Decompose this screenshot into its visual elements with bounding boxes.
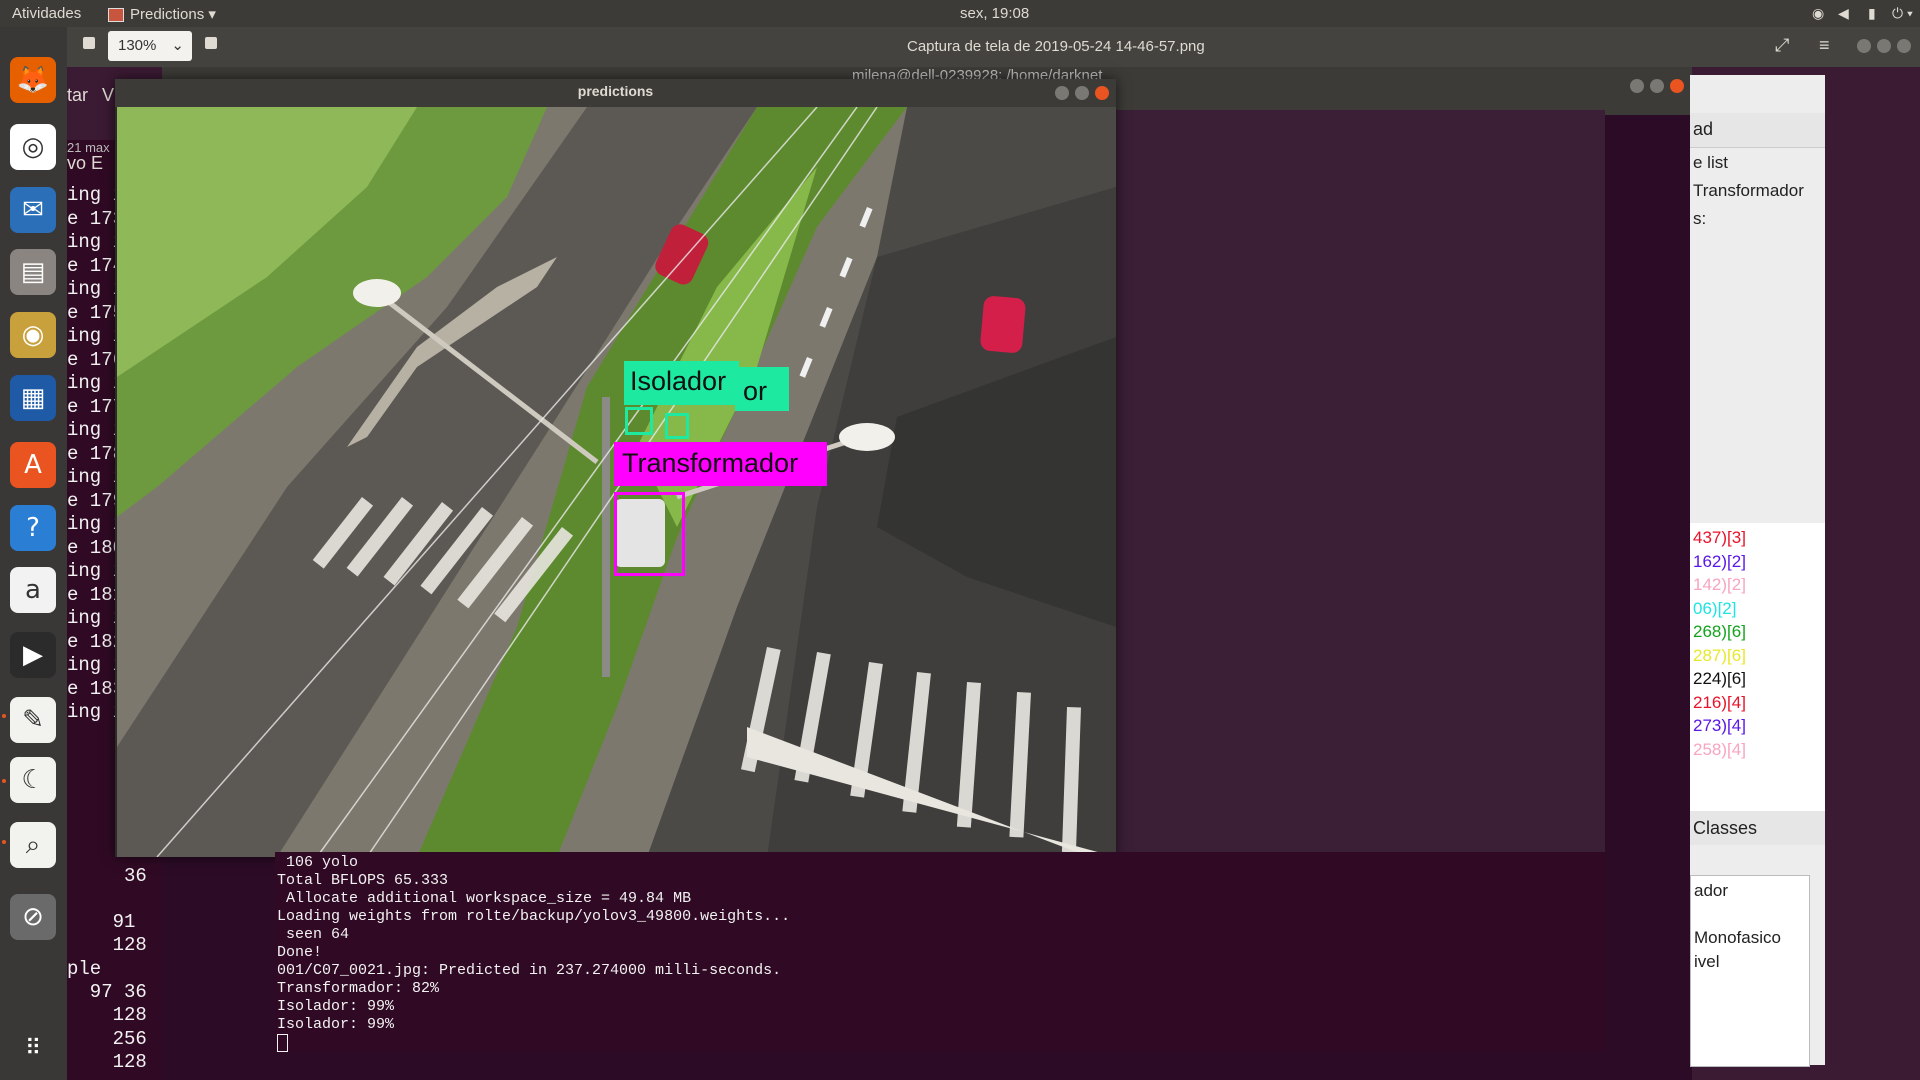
class-item[interactable]: ador	[1694, 881, 1728, 901]
right-panel: ad e list Transformador s: 437)[3] 162)[2…	[1690, 75, 1825, 1067]
terminal-icon[interactable]: ▶	[10, 632, 56, 678]
predictions-titlebar: predictions	[115, 79, 1116, 107]
annotation-item[interactable]: 142)[2]	[1693, 575, 1746, 595]
annotation-item[interactable]: 06)[2]	[1693, 599, 1736, 619]
terminal-line: 128	[67, 934, 147, 957]
close-icon[interactable]	[1670, 79, 1684, 93]
volume-icon[interactable]: ◀	[1838, 5, 1849, 22]
battery-icon[interactable]: ▮	[1868, 5, 1876, 22]
terminal-line: Done!	[277, 944, 323, 961]
detection-box-isolador	[625, 407, 653, 435]
class-item[interactable]: Monofasico	[1694, 928, 1781, 948]
detection-box-transformador	[614, 492, 685, 576]
annotation-item[interactable]: 216)[4]	[1693, 693, 1746, 713]
annotation-item[interactable]: 287)[6]	[1693, 646, 1746, 666]
menu-item-fragment[interactable]: V	[102, 85, 114, 106]
detection-label-or: or	[735, 367, 789, 411]
chrome-icon[interactable]: ◎	[10, 124, 56, 170]
fullscreen-icon[interactable]: ⤢	[1775, 35, 1789, 56]
terminal-line: Loading weights from rolte/backup/yolov3…	[277, 908, 791, 925]
minimize-icon[interactable]	[1857, 39, 1871, 53]
image-viewer-headerbar: 130% ⌄ Captura de tela de 2019-05-24 14-…	[67, 27, 1920, 67]
annotation-item[interactable]: 268)[6]	[1693, 622, 1746, 642]
clock[interactable]: sex, 19:08	[960, 5, 1029, 22]
annotation-item[interactable]: 224)[6]	[1693, 669, 1746, 689]
annotation-list[interactable]: 437)[3] 162)[2] 142)[2] 06)[2] 268)[6] 287)[6…	[1690, 523, 1825, 813]
firefox-icon[interactable]: 🦊	[10, 57, 56, 103]
zoom-select[interactable]: 130% ⌄	[108, 31, 192, 61]
writer-icon[interactable]: ▦	[10, 375, 56, 421]
predictions-title: predictions	[577, 83, 654, 99]
classes-header: Classes	[1690, 811, 1825, 845]
activities-button[interactable]: Atividades	[12, 5, 81, 22]
terminal-line: 256	[67, 1027, 147, 1050]
terminal-line: 36	[67, 864, 147, 887]
terminal-line: Allocate additional workspace_size = 49.…	[277, 890, 692, 907]
amazon-icon[interactable]: a	[10, 567, 56, 613]
close-icon[interactable]	[1095, 86, 1109, 100]
terminal-line: 97 36	[67, 981, 147, 1003]
blocked-app-icon[interactable]: ⊘	[10, 894, 56, 940]
list-label: e list	[1693, 153, 1728, 172]
menu-fragment[interactable]: vo E	[67, 153, 103, 174]
running-indicator	[2, 779, 6, 783]
running-indicator	[2, 714, 6, 718]
text-editor-icon[interactable]: ✎	[10, 697, 56, 743]
wifi-icon[interactable]: ◉	[1812, 5, 1824, 22]
class-item[interactable]: ivel	[1694, 952, 1720, 972]
terminal-line: 001/C07_0021.jpg: Predicted in 237.27400…	[277, 962, 782, 979]
menu-item-fragment[interactable]: tar	[67, 85, 88, 106]
panel-header: ad	[1690, 113, 1825, 148]
terminal-line: ple	[67, 957, 102, 980]
zoom-in-icon[interactable]	[205, 37, 217, 49]
thunderbird-icon[interactable]: ✉	[10, 187, 56, 233]
document-viewer-icon[interactable]: ☾	[10, 757, 56, 803]
minimize-icon[interactable]	[1630, 79, 1644, 93]
terminal-line: seen 64	[277, 926, 350, 943]
rhythmbox-icon[interactable]: ◉	[10, 312, 56, 358]
terminal-cursor	[277, 1034, 288, 1052]
detection-box-isolador	[665, 413, 689, 439]
terminal-line: Total BFLOPS 65.333	[277, 872, 449, 889]
terminal-line: 128	[67, 1050, 147, 1073]
zoom-out-icon[interactable]	[83, 37, 95, 49]
terminal-line: 128	[67, 1004, 147, 1027]
terminal-line: Isolador: 99%	[277, 998, 395, 1015]
chevron-down-icon: ⌄	[171, 37, 184, 54]
annotation-item[interactable]: 273)[4]	[1693, 716, 1746, 736]
show-apps-icon[interactable]: ⠿	[10, 1025, 56, 1071]
transformador-label: Transformador	[1693, 181, 1804, 200]
launcher-dock: 🦊 ◎ ✉ ▤ ◉ ▦ A? a ▶ ✎ ☾ ⌕ ⊘ ⠿	[0, 27, 67, 1080]
terminal-line: Transformador: 82%	[277, 980, 440, 997]
app-menu-icon	[108, 8, 124, 22]
terminal-line: 91	[67, 911, 136, 934]
files-icon[interactable]: ▤	[10, 249, 56, 295]
terminal-line: 106 yolo	[277, 854, 359, 871]
terminal-line: Isolador: 99%	[277, 1016, 395, 1033]
help-icon[interactable]: ?	[10, 505, 56, 551]
top-panel: Atividades Predictions ▾ sex, 19:08 ◉ ◀ …	[0, 0, 1920, 27]
maximize-icon[interactable]	[1075, 86, 1089, 100]
predictions-window: predictions Transformador Isolador or	[115, 79, 1116, 857]
annotation-item[interactable]: 258)[4]	[1693, 740, 1746, 760]
menu-icon[interactable]: ≡	[1819, 35, 1830, 56]
maximize-icon[interactable]	[1877, 39, 1891, 53]
power-icon[interactable]: ⏻ ▾	[1892, 5, 1913, 22]
maximize-icon[interactable]	[1650, 79, 1664, 93]
software-center-icon[interactable]: A	[10, 442, 56, 488]
prediction-image: Transformador Isolador or	[117, 107, 1116, 857]
app-menu[interactable]: Predictions ▾	[130, 5, 216, 23]
terminal-output[interactable]: 106 yolo Total BFLOPS 65.333 Allocate add…	[275, 852, 1605, 1052]
image-viewer-icon[interactable]: ⌕	[10, 822, 56, 868]
viewer-title: Captura de tela de 2019-05-24 14-46-57.p…	[907, 38, 1205, 55]
detection-label-transformador: Transformador	[614, 442, 827, 486]
minimize-icon[interactable]	[1055, 86, 1069, 100]
running-indicator	[2, 840, 6, 844]
annotation-item[interactable]: 437)[3]	[1693, 528, 1746, 548]
annotation-item[interactable]: 162)[2]	[1693, 552, 1746, 572]
s-label: s:	[1693, 209, 1707, 228]
classes-list[interactable]: ador Monofasico ivel	[1690, 875, 1810, 1067]
detection-label-isolador: Isolador	[624, 361, 739, 405]
close-icon[interactable]	[1897, 39, 1911, 53]
